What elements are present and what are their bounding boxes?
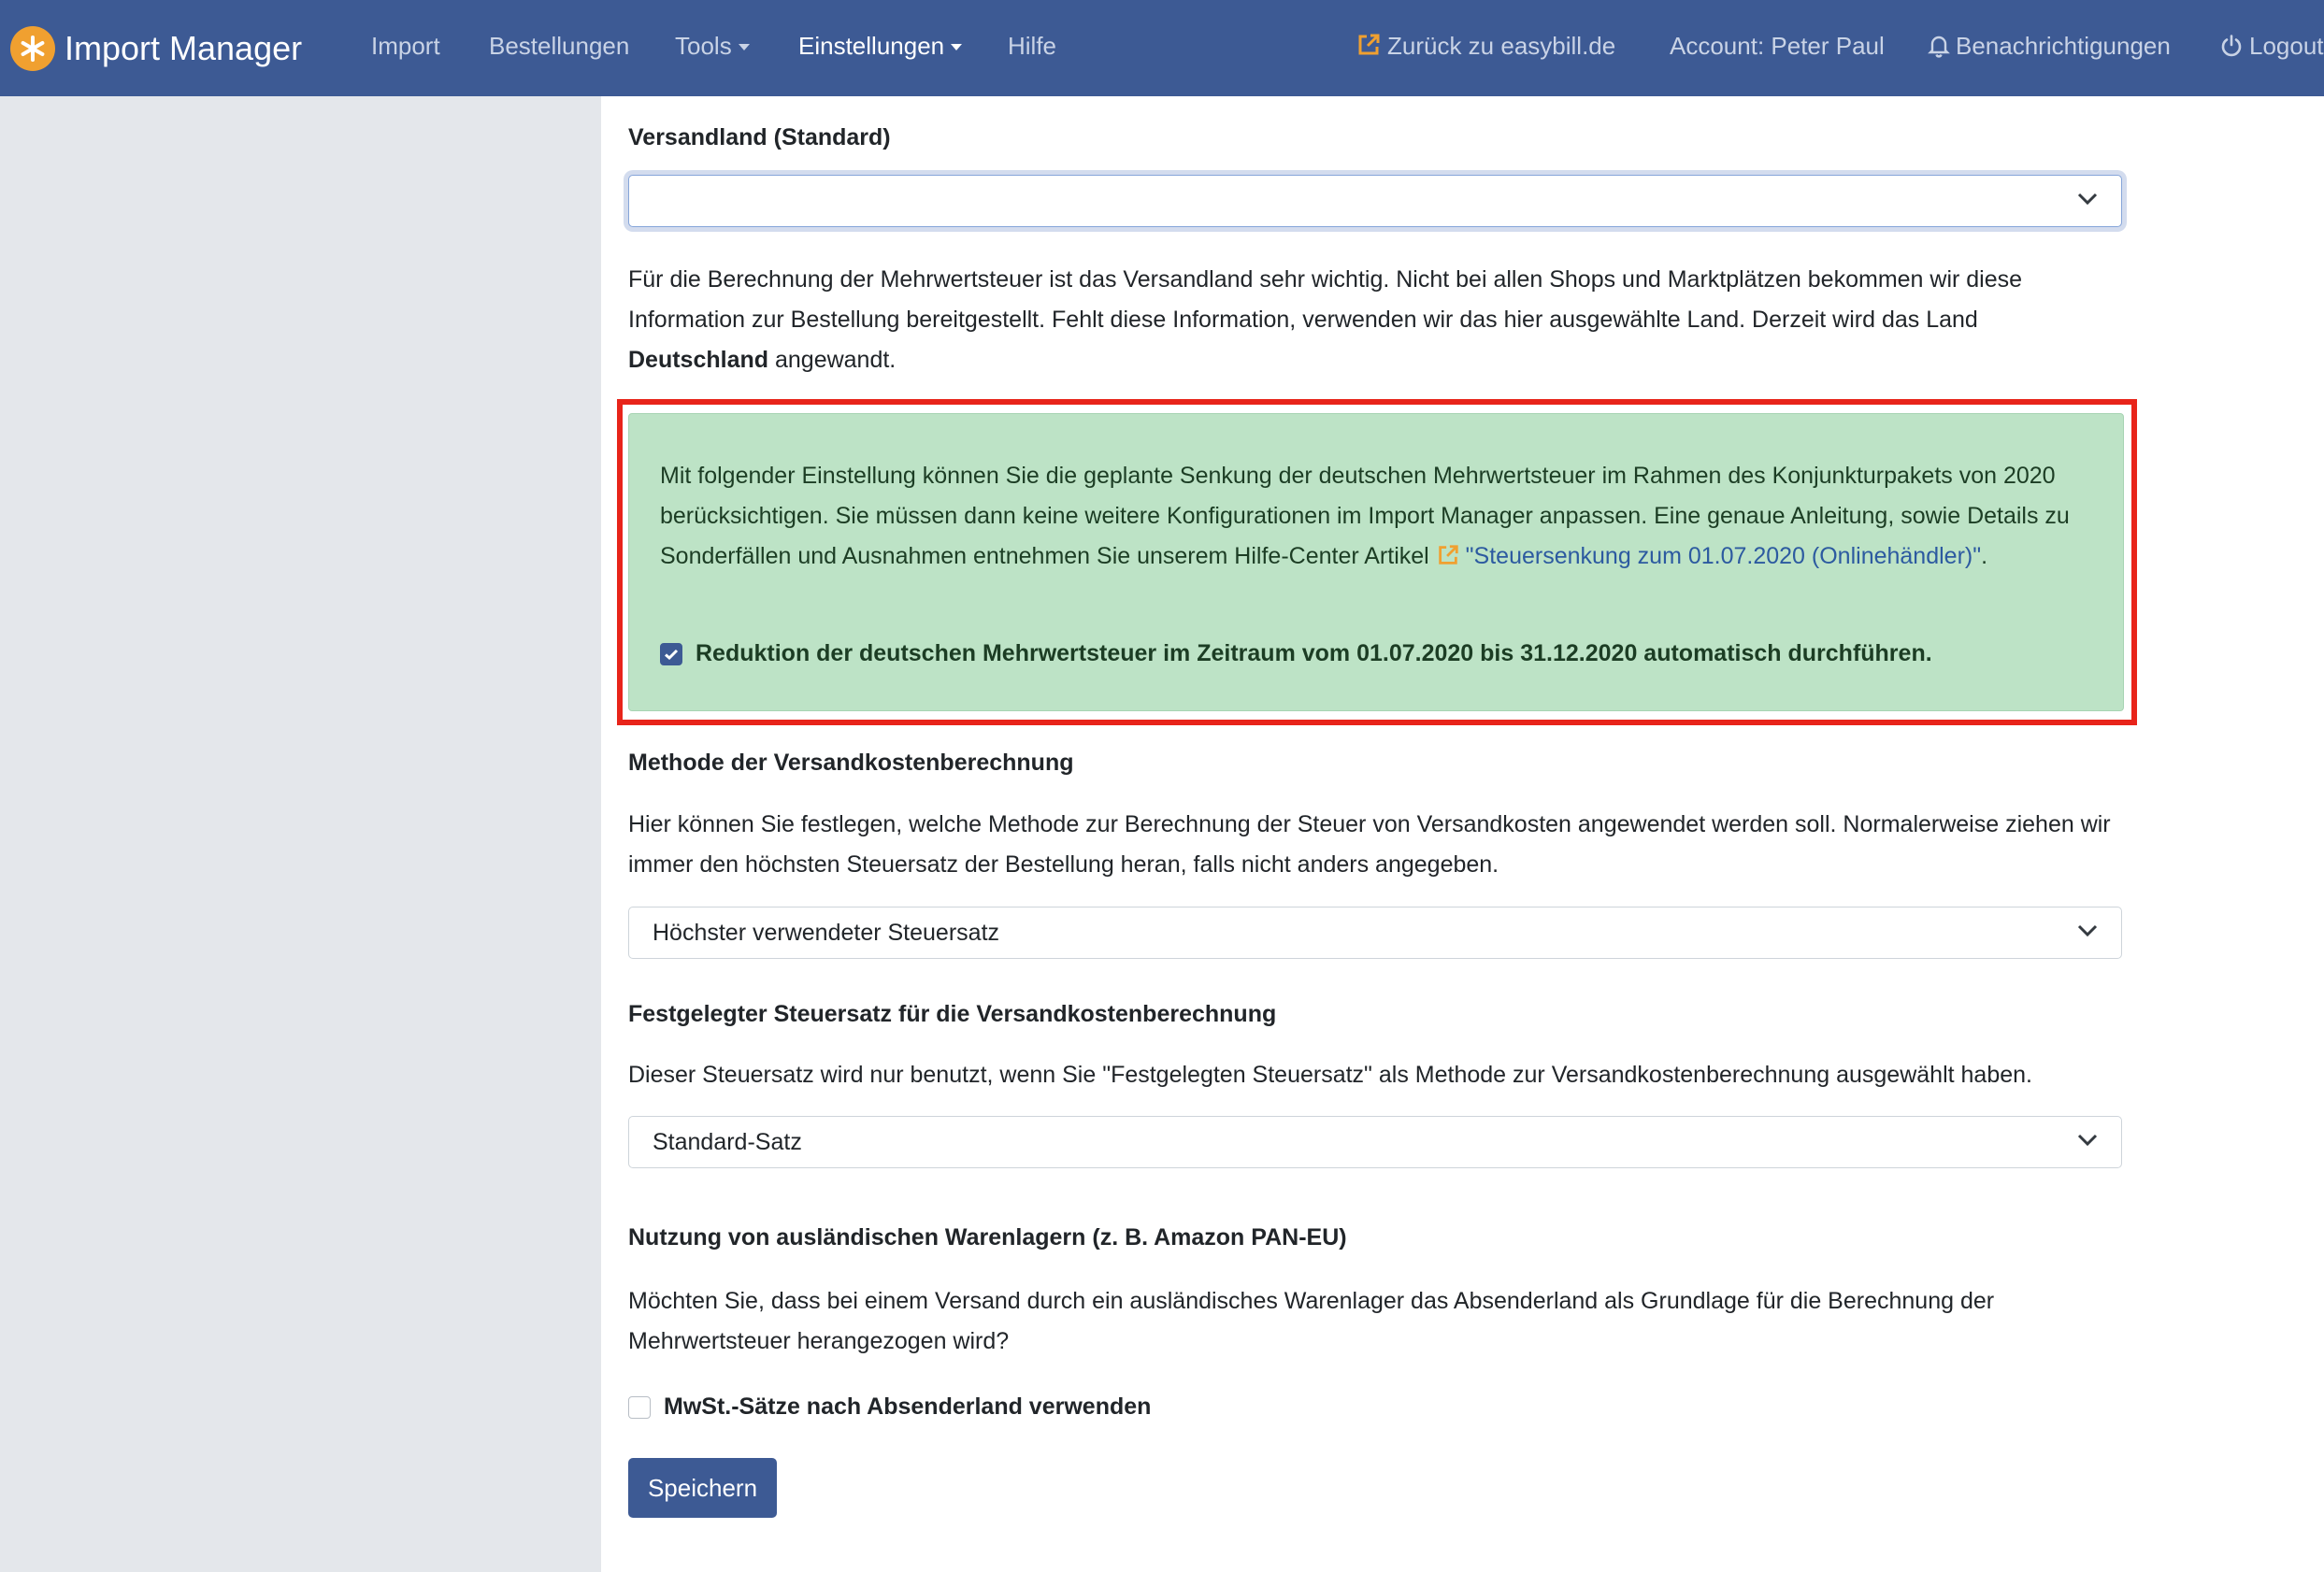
help-center-article-link[interactable]: "Steuersenkung zum 01.07.2020 (Onlinehän…	[1436, 543, 1981, 569]
brand-title: Import Manager	[65, 28, 303, 67]
notifications-label: Benachrichtigungen	[1956, 32, 2171, 60]
shipping-country-help: Für die Berechnung der Mehrwertsteuer is…	[628, 260, 2115, 380]
foreign-warehouse-help: Möchten Sie, dass bei einem Versand durc…	[628, 1288, 1995, 1354]
help-center-article-label: "Steuersenkung zum 01.07.2020 (Onlinehän…	[1465, 543, 1982, 569]
chevron-down-icon	[2077, 924, 2098, 942]
save-button[interactable]: Speichern	[628, 1458, 777, 1518]
sidebar	[0, 96, 601, 1572]
brand[interactable]: Import Manager	[10, 0, 302, 96]
vat-reduction-text-end: .	[1981, 543, 1988, 569]
foreign-warehouse-label: Nutzung von ausländischen Warenlagern (z…	[628, 1224, 1347, 1250]
chevron-down-icon	[2077, 1134, 2098, 1151]
power-icon	[2219, 4, 2244, 96]
shipping-country-help-end: angewandt.	[774, 347, 897, 373]
foreign-warehouse-checkbox-label[interactable]: MwSt.-Sätze nach Absenderland verwenden	[664, 1393, 1151, 1421]
foreign-warehouse-checkbox[interactable]	[628, 1395, 651, 1419]
shipping-country-help-text: Für die Berechnung der Mehrwertsteuer is…	[628, 266, 2023, 333]
fixed-rate-value: Standard-Satz	[653, 1129, 802, 1155]
fixed-rate-select[interactable]: Standard-Satz	[628, 1116, 2122, 1168]
shipping-method-help: Hier können Sie festlegen, welche Method…	[628, 811, 2111, 878]
shipping-country-label: Versandland (Standard)	[628, 124, 891, 150]
nav-bestellungen[interactable]: Bestellungen	[489, 0, 629, 96]
external-link-icon	[1436, 540, 1460, 580]
shipping-method-label: Methode der Versandkostenberechnung	[628, 750, 1074, 776]
external-link-icon	[1356, 4, 1382, 96]
nav-tools-label: Tools	[675, 32, 732, 60]
shipping-method-select[interactable]: Höchster verwendeter Steuersatz	[628, 907, 2122, 959]
nav-import[interactable]: Import	[371, 0, 440, 96]
foreign-warehouse-option: MwSt.-Sätze nach Absenderland verwenden	[628, 1393, 1151, 1421]
vat-reduction-checkbox-label[interactable]: Reduktion der deutschen Mehrwertsteuer i…	[696, 640, 1932, 667]
caret-down-icon	[738, 44, 750, 50]
caret-down-icon	[951, 44, 963, 50]
vat-reduction-option: Reduktion der deutschen Mehrwertsteuer i…	[660, 640, 1932, 667]
chevron-down-icon	[2077, 193, 2098, 210]
checkmark-icon	[665, 649, 679, 660]
shipping-country-select[interactable]	[628, 175, 2122, 227]
notifications-link[interactable]: Benachrichtigungen	[1928, 0, 2171, 96]
account-link[interactable]: Account: Peter Paul	[1670, 0, 1885, 96]
vat-reduction-checkbox[interactable]	[660, 642, 682, 665]
vat-reduction-alert: Mit folgender Einstellung können Sie die…	[628, 413, 2124, 711]
asterisk-logo-icon	[10, 25, 55, 71]
nav-einstellungen-label: Einstellungen	[798, 32, 945, 60]
nav-tools[interactable]: Tools	[675, 0, 750, 96]
fixed-rate-help: Dieser Steuersatz wird nur benutzt, wenn…	[628, 1062, 2032, 1088]
back-to-easybill-label: Zurück zu easybill.de	[1387, 32, 1616, 60]
nav-hilfe[interactable]: Hilfe	[1008, 0, 1056, 96]
logout-label: Logout	[2249, 32, 2324, 60]
current-country: Deutschland	[628, 347, 769, 373]
vat-reduction-text: Mit folgender Einstellung können Sie die…	[660, 456, 2072, 580]
back-to-easybill-link[interactable]: Zurück zu easybill.de	[1356, 0, 1615, 96]
logout-link[interactable]: Logout	[2219, 0, 2324, 96]
shipping-method-value: Höchster verwendeter Steuersatz	[653, 920, 1000, 946]
fixed-rate-label: Festgelegter Steuersatz für die Versandk…	[628, 1001, 1277, 1027]
nav-einstellungen[interactable]: Einstellungen	[798, 0, 963, 96]
top-navbar: Import Manager Import Bestellungen Tools…	[0, 0, 2324, 96]
bell-icon	[1928, 4, 1950, 96]
